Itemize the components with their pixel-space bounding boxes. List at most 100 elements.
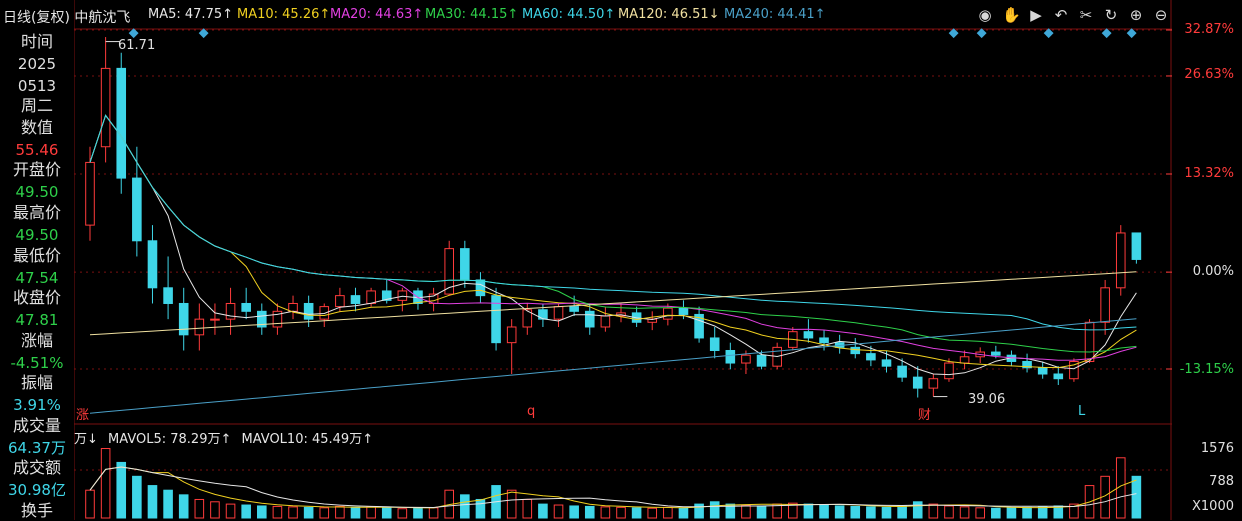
candle-body-37 <box>663 307 673 320</box>
mavol5-legend: MAVOL5: 78.29万↑ <box>108 432 232 447</box>
change-value: -4.51% <box>10 354 64 372</box>
volume-bar-2 <box>116 461 127 519</box>
axis-label-zero: 0.00% <box>1192 264 1234 279</box>
volume-legend: 万↓ MAVOL5: 78.29万↑ MAVOL10: 45.49万↑ <box>74 428 373 447</box>
marker-q[interactable]: q <box>527 404 535 419</box>
volume-bar-28 <box>522 498 533 519</box>
candle-body-8 <box>210 318 220 321</box>
weekday-value: 周二 <box>20 96 53 115</box>
volume-bar-25 <box>475 498 486 519</box>
volume-bar-30 <box>553 504 564 519</box>
candle-body-0 <box>85 161 95 226</box>
amplitude-label: 振幅 <box>20 373 53 392</box>
candle-body-18 <box>366 290 376 304</box>
year-value: 2025 <box>17 55 57 73</box>
vol-axis-label-max: 1576 <box>1200 441 1234 456</box>
volume-bar-13 <box>288 506 298 519</box>
volume-bar-21 <box>413 507 423 519</box>
turnover-label: 换手 <box>20 501 53 520</box>
candle-body-10 <box>241 302 251 312</box>
volume-bar-55 <box>944 505 954 519</box>
event-diamond-6 <box>1126 28 1137 39</box>
volume-bar-48 <box>834 505 845 519</box>
candle-body-27 <box>506 326 517 344</box>
volume-bar-61 <box>1037 506 1048 519</box>
amount-value: 30.98亿 <box>8 481 66 499</box>
volume-bar-6 <box>178 494 189 519</box>
candle-body-26 <box>491 295 501 344</box>
candle-body-25 <box>475 279 486 297</box>
candle-body-67 <box>1131 232 1142 260</box>
marker-l[interactable]: L <box>1078 404 1085 419</box>
event-diamond-3 <box>976 28 987 39</box>
candle-body-46 <box>803 331 814 339</box>
volume-bar-29 <box>538 503 548 519</box>
volume-bar-27 <box>506 489 517 519</box>
candle-body-33 <box>600 315 611 328</box>
volume-bar-58 <box>991 507 1001 519</box>
change-label: 涨幅 <box>20 331 53 350</box>
volume-bar-38 <box>678 507 689 519</box>
time-label: 时间 <box>20 32 53 51</box>
candle-body-56 <box>959 356 970 364</box>
candle-body-58 <box>991 351 1001 356</box>
candle-body-53 <box>912 376 923 389</box>
volume-bar-56 <box>959 506 970 519</box>
candle-body-54 <box>928 378 939 389</box>
volume-bar-34 <box>616 506 626 519</box>
volume-bar-54 <box>928 503 939 519</box>
volume-bar-20 <box>397 508 408 519</box>
candle-body-47 <box>819 337 829 344</box>
candle-body-3 <box>132 177 142 242</box>
candle-body-4 <box>147 240 158 289</box>
candle-body-31 <box>569 306 579 312</box>
volume-bar-16 <box>335 505 345 519</box>
vol-axis-unit: X1000 <box>1192 499 1234 514</box>
volume-bar-33 <box>600 506 611 519</box>
amplitude-value: 3.91% <box>13 396 61 414</box>
high-label: 最高价 <box>12 203 61 222</box>
volume-bar-44 <box>772 503 782 519</box>
axis-label-bottom: -13.15% <box>1179 362 1234 377</box>
candle-body-32 <box>584 310 595 328</box>
volume-bar-11 <box>256 505 267 519</box>
volume-bar-37 <box>663 506 673 519</box>
candle-body-61 <box>1037 367 1048 375</box>
volume-bar-31 <box>569 505 579 519</box>
candle-body-15 <box>319 306 330 320</box>
close-label: 收盘价 <box>12 288 61 307</box>
candle-body-43 <box>756 354 767 367</box>
date-value: 0513 <box>17 77 57 95</box>
candle-body-20 <box>397 290 408 301</box>
volume-value: 64.37万 <box>8 439 66 457</box>
volume-bar-22 <box>428 507 439 519</box>
ma10-line <box>89 114 1137 369</box>
candle-body-6 <box>178 302 189 336</box>
ma20-line <box>89 114 1137 361</box>
candle-body-64 <box>1084 321 1095 362</box>
candle-body-2 <box>116 67 127 179</box>
volume-bar-40 <box>709 501 720 519</box>
volume-bar-7 <box>194 498 205 519</box>
candle-body-49 <box>850 346 861 355</box>
ma60-line <box>89 114 1137 331</box>
volume-bar-8 <box>210 501 220 519</box>
marker-financial[interactable]: 财 <box>918 404 931 423</box>
marker-limit-up[interactable]: 涨 <box>76 404 89 423</box>
candle-body-5 <box>163 287 173 304</box>
low-label: 最低价 <box>12 246 61 265</box>
candle-body-1 <box>100 67 111 148</box>
volume-bar-3 <box>132 475 142 519</box>
candle-body-65 <box>1100 287 1110 323</box>
volume-bar-59 <box>1006 507 1017 519</box>
event-diamond-5 <box>1101 28 1112 39</box>
candle-body-66 <box>1115 232 1126 289</box>
candle-body-50 <box>866 353 876 361</box>
volume-bar-52 <box>897 505 907 519</box>
axis-label-3: 13.32% <box>1184 166 1234 181</box>
right-axis: 32.87% 26.63% 13.32% 0.00% -13.15% 1576 … <box>1172 0 1242 520</box>
high-value: 49.50 <box>15 226 59 244</box>
volume-bar-51 <box>881 506 892 519</box>
volume-bar-5 <box>163 489 173 519</box>
volume-bar-17 <box>350 506 361 519</box>
